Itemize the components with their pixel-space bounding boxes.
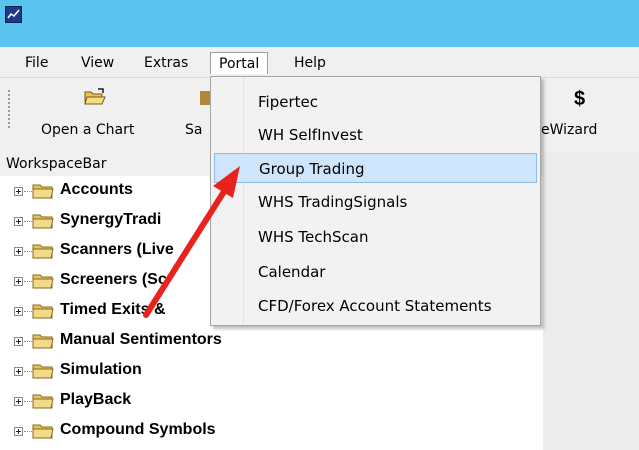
red-arrow-annotation	[143, 166, 240, 318]
